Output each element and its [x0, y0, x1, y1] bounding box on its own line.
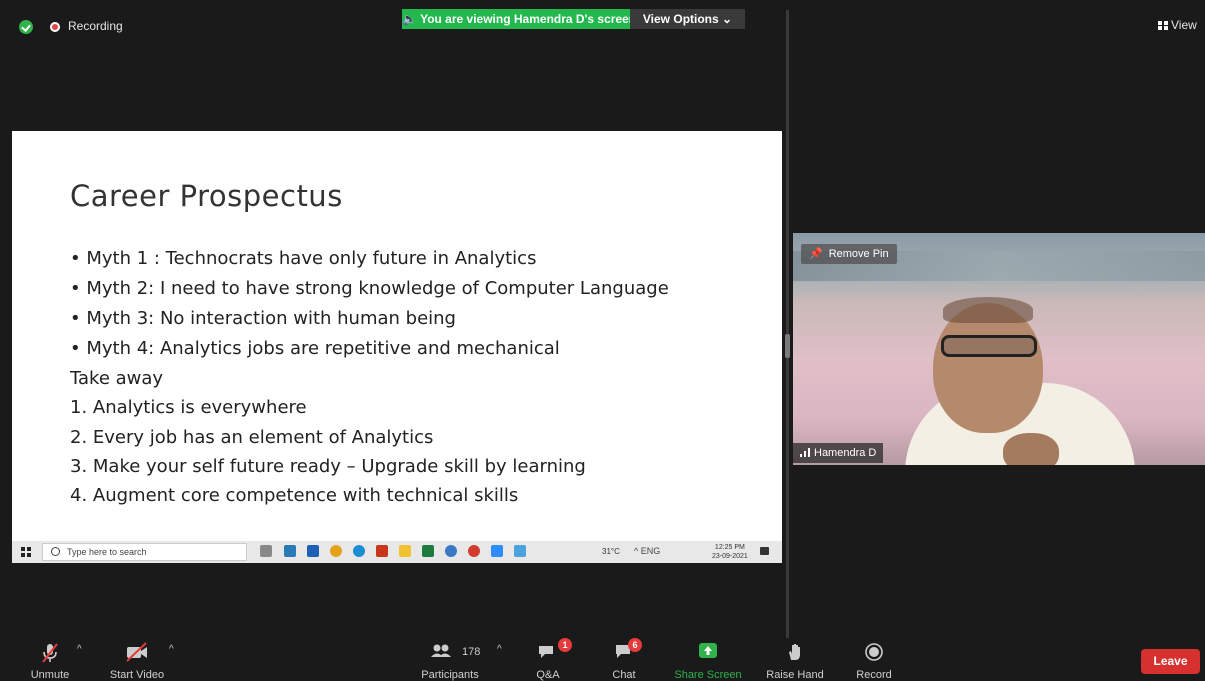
- edge-icon: [353, 545, 365, 557]
- qa-label: Q&A: [536, 669, 560, 681]
- meeting-controls-toolbar: Unmute ^ Start Video ^ 178 Participants …: [0, 638, 1205, 681]
- unmute-label: Unmute: [30, 669, 70, 681]
- viewing-screen-banner: 🔈 You are viewing Hamendra D's screen: [402, 9, 636, 29]
- slide-bullet: • Myth 2: I need to have strong knowledg…: [70, 278, 669, 299]
- excel-icon: [422, 545, 434, 557]
- participants-options-chevron-icon[interactable]: ^: [497, 644, 502, 655]
- participants-button[interactable]: 178 Participants: [415, 638, 485, 681]
- leave-button[interactable]: Leave: [1141, 649, 1200, 674]
- participant-video-feed: [941, 335, 1037, 357]
- raise-hand-icon: [789, 644, 800, 660]
- participants-icon: [431, 644, 451, 657]
- slide-bullet: • Myth 4: Analytics jobs are repetitive …: [70, 338, 560, 359]
- recording-icon: [50, 22, 60, 32]
- zoom-app-icon: [491, 545, 503, 557]
- file-explorer-icon: [399, 545, 411, 557]
- participant-name: Hamendra D: [814, 447, 877, 459]
- microphone-muted-icon: [42, 643, 58, 663]
- participant-name-tag: Hamendra D: [793, 443, 884, 463]
- speaker-icon: 🔈: [402, 12, 417, 26]
- gallery-view-icon: [1158, 21, 1168, 30]
- slide-bullet: • Myth 1 : Technocrats have only future …: [70, 248, 537, 269]
- powerpoint-icon: [376, 545, 388, 557]
- participants-count: 178: [462, 646, 481, 658]
- participant-video-feed: [1003, 433, 1059, 465]
- chat-badge: 6: [628, 638, 642, 652]
- view-button[interactable]: View: [1158, 18, 1197, 32]
- chat-button[interactable]: 6 Chat: [600, 638, 648, 681]
- share-screen-icon: [699, 643, 717, 658]
- slide-numbered-item: 4. Augment core competence with technica…: [70, 485, 519, 506]
- start-video-button[interactable]: Start Video: [100, 638, 174, 681]
- raise-hand-button[interactable]: Raise Hand: [762, 638, 828, 681]
- shared-screen-slide: Career Prospectus • Myth 1 : Technocrats…: [12, 131, 782, 541]
- start-video-label: Start Video: [109, 669, 165, 681]
- slide-subheading: Take away: [70, 368, 164, 389]
- taskbar-clock: 12:25 PM 23-09-2021: [712, 543, 748, 561]
- participant-video-tile[interactable]: 📌 Remove Pin Hamendra D: [793, 233, 1205, 465]
- divider-drag-handle[interactable]: [785, 334, 790, 358]
- slide-bullet: • Myth 3: No interaction with human bein…: [70, 308, 456, 329]
- qa-badge: 1: [558, 638, 572, 652]
- qa-icon: [539, 646, 553, 658]
- record-label: Record: [856, 669, 892, 681]
- participants-label: Participants: [421, 669, 479, 681]
- taskbar-date: 23-09-2021: [712, 553, 748, 560]
- chat-label: Chat: [612, 669, 636, 681]
- security-shield-icon[interactable]: [19, 20, 33, 34]
- pin-icon: 📌: [809, 248, 823, 260]
- participant-video-feed: [943, 297, 1033, 323]
- record-icon: [865, 643, 883, 661]
- raise-hand-label: Raise Hand: [766, 669, 824, 681]
- taskbar-time: 12:25 PM: [714, 544, 745, 551]
- signal-strength-icon: [800, 448, 810, 457]
- search-icon: [51, 547, 60, 556]
- slide-numbered-item: 2. Every job has an element of Analytics: [70, 427, 434, 448]
- slide-numbered-item: 3. Make your self future ready – Upgrade…: [70, 456, 586, 477]
- audio-options-chevron-icon[interactable]: ^: [77, 644, 82, 655]
- chrome-icon: [330, 545, 342, 557]
- windows-logo-icon: [21, 547, 31, 557]
- share-screen-button[interactable]: Share Screen: [670, 638, 746, 681]
- qa-button[interactable]: 1 Q&A: [524, 638, 572, 681]
- notification-icon: [760, 547, 769, 555]
- unmute-button[interactable]: Unmute: [18, 638, 82, 681]
- slide-numbered-item: 1. Analytics is everywhere: [70, 397, 307, 418]
- remove-pin-button[interactable]: 📌 Remove Pin: [801, 244, 897, 264]
- chrome-profile-icon: [468, 545, 480, 557]
- video-options-chevron-icon[interactable]: ^: [169, 644, 174, 655]
- teams-icon: [514, 545, 526, 557]
- split-divider[interactable]: [786, 10, 789, 638]
- slide-title: Career Prospectus: [70, 179, 343, 213]
- view-label: View: [1171, 18, 1197, 32]
- taskbar-search-box: Type here to search: [42, 543, 247, 561]
- people-app-icon: [284, 545, 296, 557]
- video-camera-off-icon: [126, 642, 147, 662]
- remove-pin-label: Remove Pin: [828, 248, 889, 260]
- view-options-button[interactable]: View Options ⌄: [630, 9, 745, 29]
- view-options-label: View Options: [642, 12, 719, 26]
- record-button[interactable]: Record: [848, 638, 900, 681]
- viewing-screen-text: You are viewing Hamendra D's screen: [420, 12, 637, 26]
- taskbar-system-tray: ^ ENG: [634, 546, 661, 556]
- share-screen-label: Share Screen: [674, 669, 742, 681]
- taskbar-weather: 31°C: [602, 547, 620, 556]
- recording-label: Recording: [68, 19, 123, 33]
- browser-icon: [445, 545, 457, 557]
- outlook-icon: [307, 545, 319, 557]
- task-view-icon: [260, 545, 272, 557]
- chevron-down-icon: ⌄: [722, 12, 733, 26]
- shared-windows-taskbar: Type here to search 31°C ^ ENG 12:25 PM …: [12, 541, 782, 563]
- taskbar-search-placeholder: Type here to search: [67, 547, 147, 557]
